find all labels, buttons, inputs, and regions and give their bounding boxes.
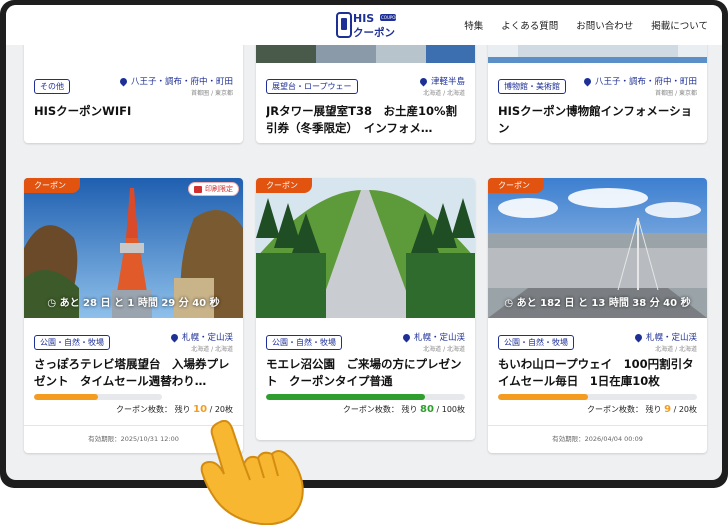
location-region: 北海道 / 北海道 bbox=[423, 90, 465, 97]
count-label: クーポン枚数： bbox=[586, 405, 643, 414]
stock-progress-bar bbox=[498, 394, 697, 400]
location: 八王子・調布・府中・町田 首都圏 / 東京都 bbox=[582, 75, 697, 97]
print-only-label: 印刷限定 bbox=[205, 185, 233, 193]
progress-fill bbox=[266, 394, 426, 400]
pointing-hand-icon bbox=[200, 420, 304, 525]
location: 八王子・調布・府中・町田 首都圏 / 東京都 bbox=[118, 75, 233, 97]
expiry-date: 有効期限：2026/04/04 00:09 bbox=[488, 425, 707, 443]
location-area: 札幌・定山渓 bbox=[413, 333, 465, 343]
card-image bbox=[256, 178, 475, 318]
location-area: 札幌・定山渓 bbox=[181, 333, 233, 343]
coupon-card[interactable]: クーポン 公園・自然・牧場 札幌・定山渓 北海道 / 北海道 モエレ沼公園 ご来… bbox=[256, 178, 475, 440]
total-number: / 20枚 bbox=[209, 405, 233, 414]
location: 札幌・定山渓 北海道 / 北海道 bbox=[169, 331, 233, 353]
progress-fill bbox=[34, 394, 98, 400]
location-pin-icon bbox=[582, 76, 593, 86]
location-region: 首都圏 / 東京都 bbox=[655, 90, 697, 97]
coupon-count: クーポン枚数： 残り 9 / 20枚 bbox=[587, 404, 697, 415]
his-coupon-logo[interactable]: HIS COUPON クーポン bbox=[336, 11, 398, 41]
total-number: / 20枚 bbox=[673, 405, 697, 414]
category-tag: 博物館・美術館 bbox=[498, 79, 566, 94]
remaining-prefix: 残り bbox=[401, 405, 418, 414]
location: 津軽半島 北海道 / 北海道 bbox=[418, 75, 465, 97]
remaining-prefix: 残り bbox=[174, 405, 191, 414]
nav-faq[interactable]: よくある質問 bbox=[501, 18, 558, 32]
location-pin-icon bbox=[418, 76, 429, 86]
location-pin-icon bbox=[118, 76, 129, 86]
nav-tokushu[interactable]: 特集 bbox=[464, 18, 483, 32]
print-only-badge: 印刷限定 bbox=[188, 182, 239, 196]
coupon-title: さっぽろテレビ塔展望台 入場券プレゼント タイムセール週替わり… bbox=[34, 357, 230, 388]
coupon-card[interactable]: クーポン ◷ あと 182 日 と 13 時間 38 分 40 秒 公園・自然・… bbox=[488, 178, 707, 453]
category-tag: 公園・自然・牧場 bbox=[498, 335, 574, 350]
category-tag: その他 bbox=[34, 79, 70, 94]
location-region: 北海道 / 北海道 bbox=[655, 346, 697, 353]
header-nav: 特集 よくある質問 お問い合わせ 掲載について bbox=[446, 5, 708, 45]
logo-text-coupon: クーポン bbox=[353, 27, 395, 39]
location-area: 八王子・調布・府中・町田 bbox=[594, 77, 697, 87]
location-region: 北海道 / 北海道 bbox=[423, 346, 465, 353]
location: 札幌・定山渓 北海道 / 北海道 bbox=[633, 331, 697, 353]
coupon-badge: クーポン bbox=[488, 178, 544, 193]
category-tag: 公園・自然・牧場 bbox=[34, 335, 110, 350]
printer-icon bbox=[194, 185, 202, 193]
category-tag: 公園・自然・牧場 bbox=[266, 335, 342, 350]
clock-icon: ◷ bbox=[504, 298, 514, 309]
timer-text: あと 182 日 と 13 時間 38 分 40 秒 bbox=[516, 298, 691, 309]
count-label: クーポン枚数： bbox=[116, 405, 173, 414]
coupon-card[interactable]: クーポン 印刷限定 ◷ あと 28 日 と 1 時間 29 分 40 秒 公園・… bbox=[24, 178, 243, 453]
location-pin-icon bbox=[633, 332, 644, 342]
countdown-timer: ◷ あと 182 日 と 13 時間 38 分 40 秒 bbox=[488, 294, 707, 309]
coupon-count: クーポン枚数： 残り 10 / 20枚 bbox=[116, 404, 233, 415]
stock-progress-bar bbox=[266, 394, 465, 400]
location-area: 札幌・定山渓 bbox=[645, 333, 697, 343]
coupon-title: JRタワー展望室T38 お土産10%割引券（冬季限定） インフォメ… bbox=[266, 104, 458, 135]
location: 札幌・定山渓 北海道 / 北海道 bbox=[401, 331, 465, 353]
location-region: 首都圏 / 東京都 bbox=[191, 90, 233, 97]
stock-progress-bar bbox=[34, 394, 162, 400]
device-frame: HIS COUPON クーポン 特集 よくある質問 お問い合わせ 掲載について … bbox=[0, 0, 728, 488]
nav-contact[interactable]: お問い合わせ bbox=[576, 18, 633, 32]
timer-text: あと 28 日 と 1 時間 29 分 40 秒 bbox=[59, 298, 220, 309]
coupon-badge: クーポン bbox=[24, 178, 80, 193]
remaining-number: 80 bbox=[420, 404, 434, 415]
remaining-number: 9 bbox=[664, 404, 672, 415]
coupon-title: もいわ山ロープウェイ 100円割引タイムセール毎日 1日在庫10枚 bbox=[498, 357, 694, 388]
coupon-title: HISクーポンWIFI bbox=[34, 104, 132, 118]
location-area: 八王子・調布・府中・町田 bbox=[130, 77, 233, 87]
remaining-prefix: 残り bbox=[645, 405, 662, 414]
coupon-title: モエレ沼公園 ご来場の方にプレゼント クーポンタイプ普通 bbox=[266, 357, 462, 388]
logo-text-small: COUPON bbox=[381, 15, 399, 20]
category-tag: 展望台・ロープウェー bbox=[266, 79, 358, 94]
browser-screen: HIS COUPON クーポン 特集 よくある質問 お問い合わせ 掲載について … bbox=[6, 5, 722, 480]
count-label: クーポン枚数： bbox=[342, 405, 399, 414]
location-region: 北海道 / 北海道 bbox=[191, 346, 233, 353]
coupon-badge: クーポン bbox=[256, 178, 312, 193]
location-pin-icon bbox=[401, 332, 412, 342]
coupon-title: HISクーポン博物館インフォメーション bbox=[498, 104, 693, 135]
total-number: / 100枚 bbox=[436, 405, 465, 414]
nav-listing[interactable]: 掲載について bbox=[651, 18, 708, 32]
clock-icon: ◷ bbox=[47, 298, 57, 309]
coupon-count: クーポン枚数： 残り 80 / 100枚 bbox=[343, 404, 465, 415]
location-area: 津軽半島 bbox=[430, 77, 465, 87]
logo-text-his: HIS bbox=[353, 12, 375, 25]
countdown-timer: ◷ あと 28 日 と 1 時間 29 分 40 秒 bbox=[24, 294, 243, 309]
site-header: HIS COUPON クーポン 特集 よくある質問 お問い合わせ 掲載について bbox=[6, 5, 722, 45]
remaining-number: 10 bbox=[193, 404, 208, 415]
location-pin-icon bbox=[169, 332, 180, 342]
progress-fill bbox=[498, 394, 588, 400]
